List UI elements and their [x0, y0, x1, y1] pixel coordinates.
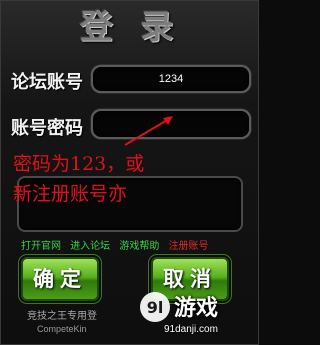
annotation-arrow-icon [124, 116, 173, 146]
watermark-url: 91danji.com [164, 324, 218, 335]
link-forum[interactable]: 进入论坛 [70, 241, 110, 252]
watermark: 9l 游戏 91danji.com [136, 286, 254, 342]
link-register[interactable]: 注册账号 [169, 241, 209, 252]
login-window: 登 录 论坛账号 账号密码 密码为123，或 新注册账号亦 打开官网 进入论坛 … [0, 0, 259, 345]
watermark-logo-icon: 9l [140, 292, 170, 322]
watermark-brand: 游戏 [174, 296, 219, 321]
window-title: 登 录 [79, 7, 182, 46]
username-input[interactable] [93, 67, 249, 91]
footer-text: 竞技之王专用登 CompeteKin [27, 311, 97, 335]
footer-line-1: 竞技之王专用登 [27, 311, 97, 322]
link-game-help[interactable]: 游戏帮助 [119, 241, 159, 252]
annotation-line-1: 密码为123，或 [13, 153, 145, 175]
link-official-site[interactable]: 打开官网 [21, 241, 61, 252]
watermark-logo-text: 9l [147, 298, 164, 317]
username-field-frame [91, 65, 251, 93]
link-bar: 打开官网 进入论坛 游戏帮助 注册账号 [21, 237, 215, 252]
confirm-button[interactable]: 确定 [21, 257, 99, 301]
username-label: 论坛账号 [11, 72, 83, 93]
footer-line-2: CompeteKin [37, 324, 87, 334]
password-label: 账号密码 [11, 118, 83, 139]
annotation-line-2: 新注册账号亦 [13, 183, 128, 205]
